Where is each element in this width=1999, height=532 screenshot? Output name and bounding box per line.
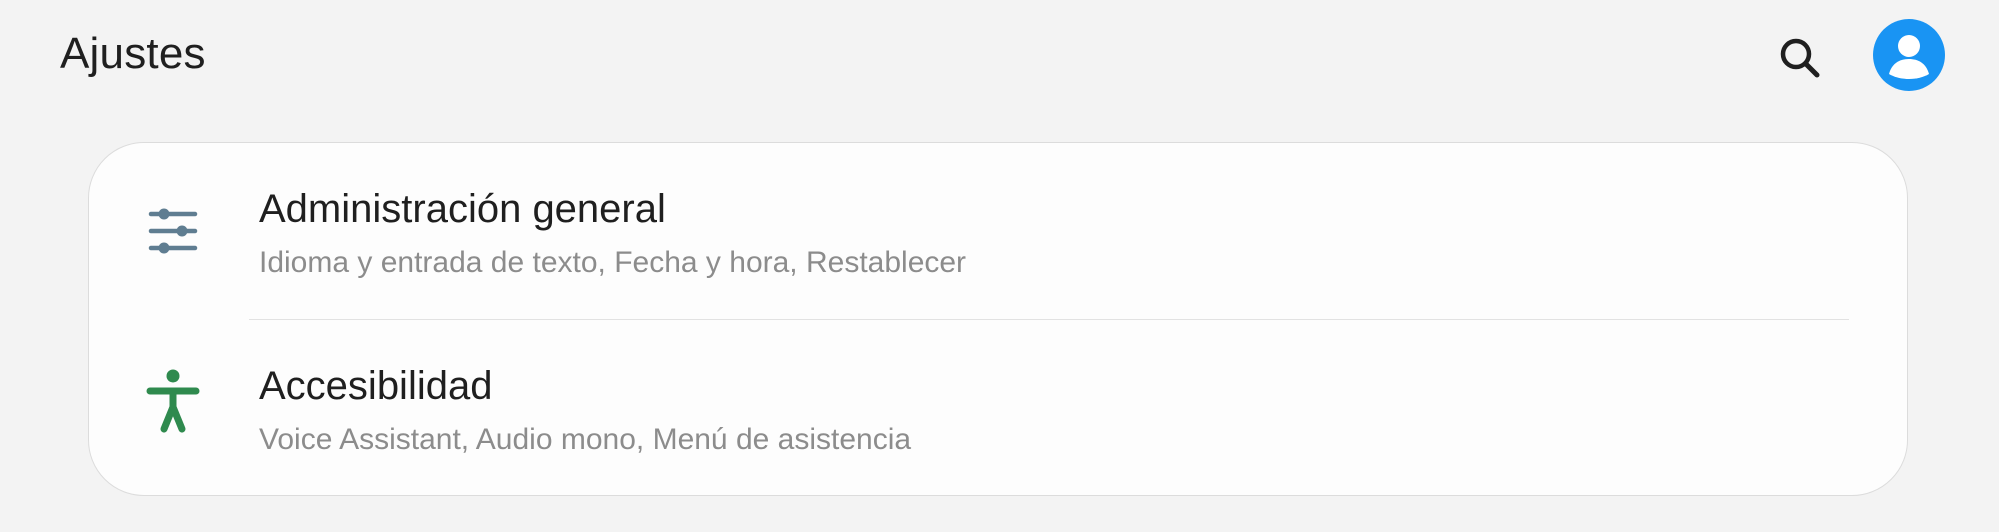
settings-item-subtitle: Voice Assistant, Audio mono, Menú de asi… [259,423,912,456]
page-title: Ajustes [60,29,206,78]
sliders-icon [148,208,198,254]
settings-item-general-management[interactable]: Administración general Idioma y entrada … [89,143,1907,320]
settings-item-subtitle: Idioma y entrada de texto, Fecha y hora,… [259,246,967,279]
settings-screen: Ajustes Administración general Idioma y … [0,0,1999,532]
sliders-icon-wrap [139,197,207,265]
settings-item-title: Administración general [259,187,666,231]
accessibility-icon-wrap [139,367,207,435]
settings-item-accessibility[interactable]: Accesibilidad Voice Assistant, Audio mon… [89,320,1907,497]
account-icon [1889,35,1929,79]
settings-card: Administración general Idioma y entrada … [88,142,1908,496]
account-button[interactable] [1873,19,1945,91]
settings-item-title: Accesibilidad [259,364,493,408]
accessibility-icon [146,369,200,433]
search-icon [1780,38,1820,78]
search-button[interactable] [1770,28,1830,88]
